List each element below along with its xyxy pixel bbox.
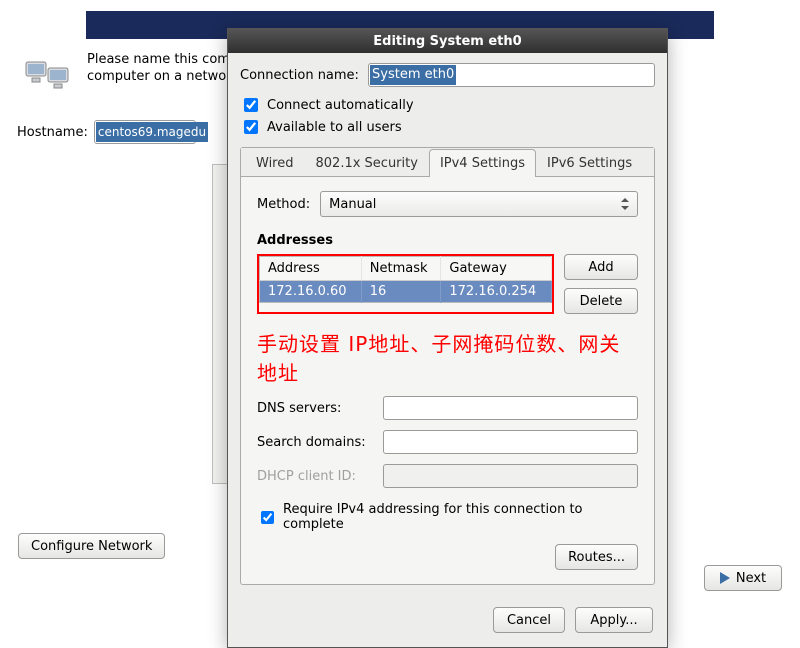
dns-servers-input[interactable] — [383, 396, 638, 420]
method-select[interactable]: Manual — [320, 191, 638, 217]
cell-netmask[interactable]: 16 — [361, 281, 441, 303]
require-ipv4-label: Require IPv4 addressing for this connect… — [283, 502, 638, 532]
col-netmask[interactable]: Netmask — [361, 257, 441, 281]
available-to-all-checkbox[interactable] — [244, 120, 258, 134]
connection-name-input[interactable]: System eth0 — [368, 63, 655, 87]
apply-button[interactable]: Apply... — [575, 607, 653, 633]
col-address[interactable]: Address — [260, 257, 362, 281]
routes-button[interactable]: Routes... — [555, 544, 638, 570]
caret-updown-icon — [619, 198, 629, 210]
connect-automatically-checkbox[interactable] — [244, 98, 258, 112]
dns-servers-label: DNS servers: — [257, 401, 383, 416]
addresses-section-label: Addresses — [257, 233, 638, 248]
tab-ipv6-settings[interactable]: IPv6 Settings — [536, 149, 643, 177]
annotation-text: 手动设置 IP地址、子网掩码位数、网关地址 — [257, 328, 638, 386]
available-to-all-label: Available to all users — [267, 120, 402, 135]
method-label: Method: — [257, 197, 310, 212]
cell-gateway[interactable]: 172.16.0.254 — [441, 281, 552, 303]
require-ipv4-checkbox[interactable] — [261, 511, 274, 524]
next-button[interactable]: Next — [704, 565, 782, 591]
tab-wired[interactable]: Wired — [245, 149, 305, 177]
add-button[interactable]: Add — [564, 254, 638, 280]
arrow-right-icon — [720, 572, 730, 584]
col-gateway[interactable]: Gateway — [441, 257, 552, 281]
tab-ipv4-content: Method: Manual Addresses Address — [241, 177, 654, 584]
search-domains-label: Search domains: — [257, 435, 383, 450]
method-value: Manual — [329, 197, 376, 212]
addresses-table[interactable]: Address Netmask Gateway 172.16.0.60 16 1… — [259, 256, 552, 303]
tab-ipv4-settings[interactable]: IPv4 Settings — [429, 149, 536, 177]
hostname-input[interactable]: centos69.magedu — [94, 120, 196, 144]
computers-icon — [24, 58, 72, 96]
dialog-title: Editing System eth0 — [228, 29, 667, 53]
table-row[interactable]: 172.16.0.60 16 172.16.0.254 — [260, 281, 552, 303]
dhcp-client-id-input — [383, 464, 638, 488]
hostname-label: Hostname: — [17, 125, 88, 140]
dhcp-client-id-label: DHCP client ID: — [257, 469, 383, 484]
tab-8021x-security[interactable]: 802.1x Security — [305, 149, 429, 177]
search-domains-input[interactable] — [383, 430, 638, 454]
edit-connection-dialog: Editing System eth0 Connection name: Sys… — [227, 28, 668, 648]
delete-button[interactable]: Delete — [564, 288, 638, 314]
cancel-button[interactable]: Cancel — [493, 607, 565, 633]
tabstrip: Wired 802.1x Security IPv4 Settings IPv6… — [241, 148, 654, 177]
connection-tabs: Wired 802.1x Security IPv4 Settings IPv6… — [240, 147, 655, 585]
cell-address[interactable]: 172.16.0.60 — [260, 281, 362, 303]
connect-automatically-label: Connect automatically — [267, 98, 414, 113]
addresses-table-highlight: Address Netmask Gateway 172.16.0.60 16 1… — [257, 254, 554, 314]
configure-network-button[interactable]: Configure Network — [18, 533, 165, 559]
connection-name-label: Connection name: — [240, 68, 360, 83]
next-button-label: Next — [736, 571, 766, 586]
